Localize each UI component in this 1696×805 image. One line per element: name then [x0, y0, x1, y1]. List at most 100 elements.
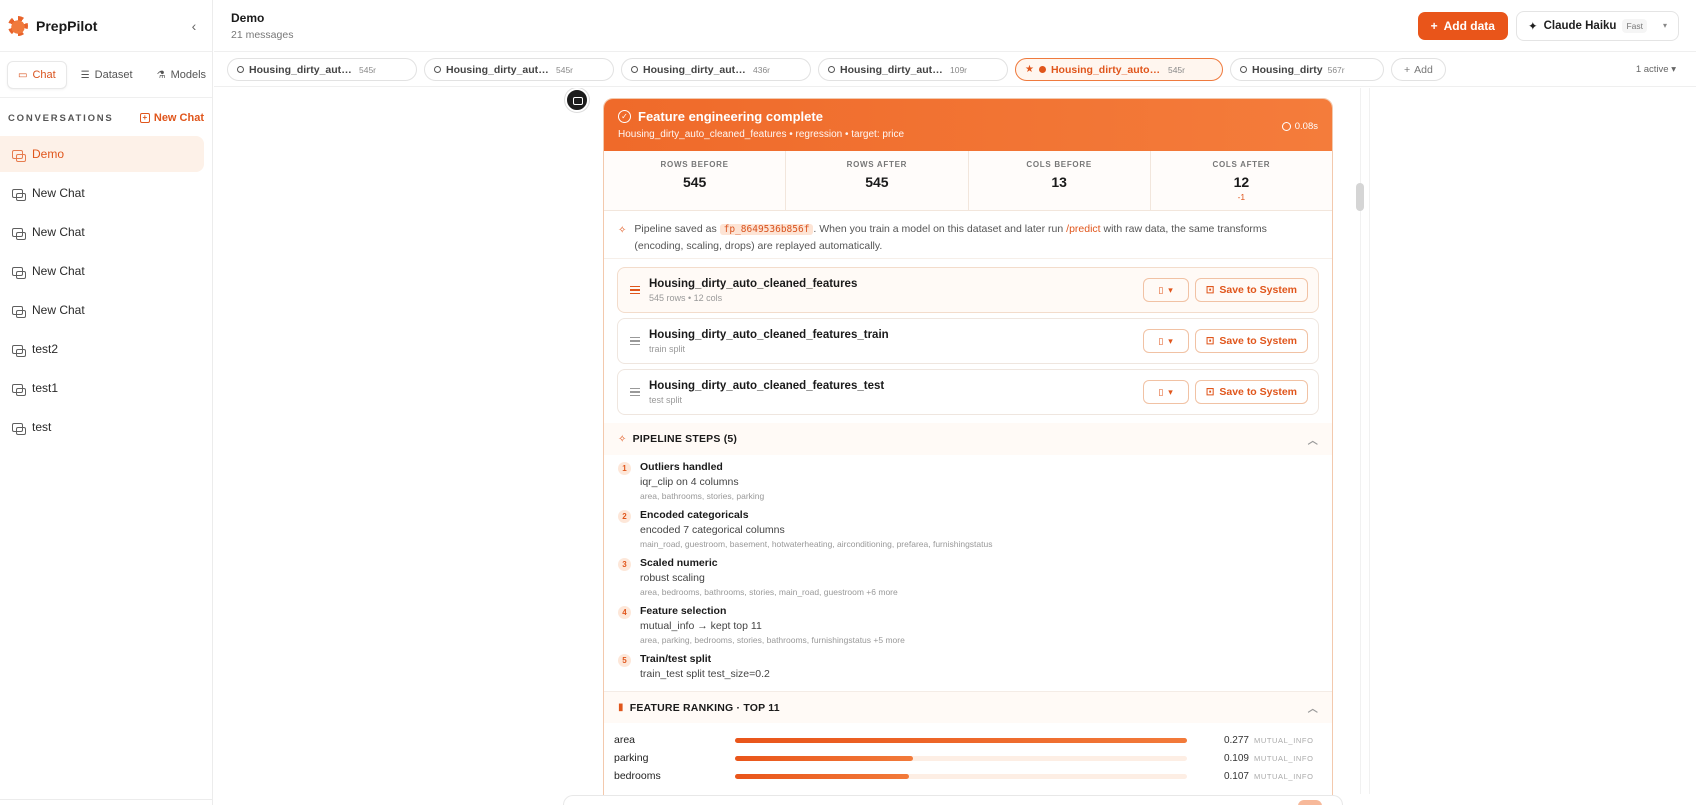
conversation-item[interactable]: New Chat: [0, 175, 204, 211]
predict-link[interactable]: /predict: [1066, 223, 1100, 235]
feature-score-fill: [735, 773, 910, 779]
mode-tab-label: Chat: [32, 69, 56, 81]
dataset-tab-active[interactable]: ★ Housing_dirty_auto_cleaned_features 545r: [1015, 58, 1223, 81]
dataset-tab-rows: 545r: [556, 64, 574, 75]
chat-header: Demo 21 messages + Add data ✦ Claude Haik…: [214, 0, 1696, 52]
conversation-item[interactable]: New Chat: [0, 253, 204, 289]
download-dropdown-button[interactable]: ▯ ▾: [1142, 278, 1189, 302]
step-title: Encoded categoricals: [640, 509, 749, 521]
result-subtitle: Housing_dirty_auto_cleaned_features • re…: [618, 129, 905, 140]
conversation-item[interactable]: Demo: [0, 136, 204, 172]
chevron-up-icon: ︿: [1307, 704, 1318, 715]
output-dataset-row[interactable]: Housing_dirty_auto_cleaned_features_test…: [617, 369, 1319, 415]
conversation-item[interactable]: test2: [0, 331, 204, 367]
stat-label: COLS BEFORE: [1026, 160, 1092, 169]
clock-icon: [1281, 122, 1291, 131]
stat-rows-before: ROWS BEFORE 545: [604, 151, 787, 210]
new-chat-button[interactable]: + New Chat: [139, 112, 204, 124]
chevron-down-icon: ▾: [1168, 335, 1173, 346]
dataset-tab[interactable]: Housing_dirty_auto_cleaned 545r: [227, 58, 417, 81]
feature-ranking-list: area 0.277 MUTUAL_INFO parking 0.109 MUT…: [604, 723, 1332, 785]
chat-title: Demo: [231, 10, 265, 25]
list-icon: [630, 285, 640, 295]
step-title: Outliers handled: [640, 461, 723, 473]
bookmark-icon: ⊡: [1205, 386, 1215, 398]
dataset-tab[interactable]: Housing_dirty_auto_cleaned 436r: [621, 58, 811, 81]
chat-bubbles-icon: [12, 383, 26, 396]
dataset-tab[interactable]: Housing_dirty_auto_cleaned 545r: [424, 58, 614, 81]
conversations-title: CONVERSATIONS: [8, 112, 114, 124]
pipeline-steps-header[interactable]: ✧ PIPELINE STEPS (5) ︿: [604, 423, 1332, 455]
conversation-item[interactable]: test: [0, 409, 204, 445]
step-number: 2: [618, 510, 631, 523]
feature-score-fill: [735, 737, 1187, 743]
dataset-tab-name: Housing_dirty: [1252, 63, 1323, 76]
output-dataset-row[interactable]: Housing_dirty_auto_cleaned_features_trai…: [617, 318, 1319, 364]
conversation-item[interactable]: test1: [0, 370, 204, 406]
message-input-box[interactable]: [563, 795, 1343, 805]
step-number: 5: [618, 654, 631, 667]
pipeline-steps: 1 Outliers handled iqr_clip on 4 columns a…: [604, 455, 1332, 682]
feature-score: 0.107: [1223, 770, 1249, 782]
feature-name: bedrooms: [614, 770, 661, 782]
save-to-system-button[interactable]: ⊡ Save to System: [1194, 278, 1308, 302]
output-dataset-row[interactable]: Housing_dirty_auto_cleaned_features 545 r…: [617, 267, 1319, 313]
active-tabs-dropdown[interactable]: 1 active ▾: [1636, 64, 1676, 75]
feature-ranking-header[interactable]: ▮ FEATURE RANKING · TOP 11 ︿: [604, 691, 1332, 723]
dataset-meta: train split: [649, 343, 686, 354]
plus-icon: +: [1430, 18, 1438, 33]
conversation-label: test2: [32, 342, 59, 356]
brand-bar: PrepPilot ‹: [0, 0, 212, 52]
chat-bubbles-icon: [12, 188, 26, 201]
mode-tab-models[interactable]: ⚗ Models: [147, 61, 216, 89]
mode-tab-label: Models: [170, 69, 207, 81]
dataset-tab-rows: 436r: [753, 64, 771, 75]
mode-tab-chat[interactable]: ▭ Chat: [7, 61, 67, 89]
add-data-label: Add data: [1443, 18, 1495, 33]
stat-rows-after: ROWS AFTER 545: [786, 151, 969, 210]
logo-icon: [8, 15, 28, 36]
stat-label: COLS AFTER: [1212, 160, 1271, 169]
feature-score-fill: [735, 755, 914, 761]
pipeline-step: 4 Feature selection mutual_info → kept to…: [618, 604, 1318, 647]
scrollbar-thumb[interactable]: [1356, 183, 1364, 211]
feature-engineering-result-card: ✓ Feature engineering complete Housing_di…: [603, 98, 1333, 805]
step-columns: main_road, guestroom, basement, hotwater…: [640, 539, 993, 549]
dataset-tab-name: Housing_dirty_auto_cleaned: [249, 63, 354, 76]
step-columns: area, parking, bedrooms, stories, bathro…: [640, 635, 905, 645]
save-label: Save to System: [1219, 386, 1297, 398]
feature-score: 0.277: [1223, 734, 1249, 746]
feature-score-bar: [735, 773, 1187, 779]
chat-bubbles-icon: [12, 305, 26, 318]
conversation-item[interactable]: New Chat: [0, 214, 204, 250]
chat-bubbles-icon: [12, 422, 26, 435]
conversation-list: Demo New Chat New Chat New Chat New Chat…: [0, 136, 212, 445]
chevron-down-icon: ▾: [1671, 64, 1676, 75]
dataset-tab-name: Housing_dirty_auto_cleaned: [446, 63, 551, 76]
model-name: Claude Haiku: [1543, 19, 1617, 32]
mode-switcher: ▭ Chat ☰ Dataset ⚗ Models: [7, 60, 206, 90]
dataset-tab[interactable]: Housing_dirty 567r: [1230, 58, 1384, 81]
divider: [0, 97, 212, 98]
add-data-button[interactable]: + Add data: [1417, 11, 1508, 40]
download-dropdown-button[interactable]: ▯ ▾: [1142, 380, 1189, 404]
conversation-item[interactable]: New Chat: [0, 292, 204, 328]
dataset-meta: 545 rows • 12 cols: [649, 292, 723, 303]
dataset-tab[interactable]: Housing_dirty_auto_cleaned 109r: [818, 58, 1008, 81]
download-dropdown-button[interactable]: ▯ ▾: [1142, 329, 1189, 353]
mode-tab-dataset[interactable]: ☰ Dataset: [71, 61, 143, 89]
feature-name: area: [614, 734, 636, 746]
star-icon: ★: [1025, 64, 1034, 75]
dataset-tab-rows: 545r: [1167, 64, 1185, 75]
collapse-sidebar-button[interactable]: ‹: [186, 18, 202, 34]
stat-value: 545: [865, 174, 889, 190]
list-icon: [630, 336, 640, 346]
save-to-system-button[interactable]: ⊡ Save to System: [1194, 329, 1308, 353]
send-button[interactable]: [1298, 800, 1322, 805]
add-tab-button[interactable]: + Add: [1391, 58, 1446, 81]
dataset-tabs: Housing_dirty_auto_cleaned 545r Housing_d…: [214, 53, 1696, 87]
save-to-system-button[interactable]: ⊡ Save to System: [1194, 380, 1308, 404]
model-selector[interactable]: ✦ Claude Haiku Fast ▾: [1515, 10, 1679, 41]
stat-value: 12: [1233, 174, 1250, 190]
pipeline-id: fp_8649536b856f: [719, 224, 814, 235]
